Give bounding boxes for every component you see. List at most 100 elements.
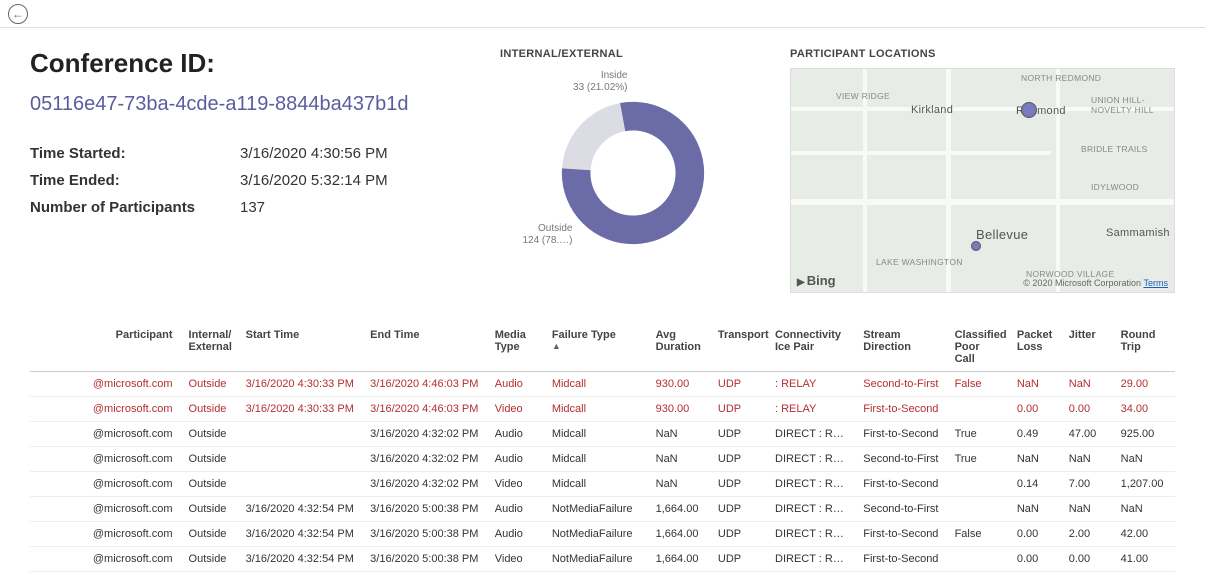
cell-trans: UDP [710, 397, 767, 422]
col-packet-loss[interactable]: Packet Loss [1009, 323, 1061, 372]
cell-participant: @microsoft.com [30, 547, 181, 572]
cell-fail: Midcall [544, 397, 648, 422]
col-transport[interactable]: Transport [710, 323, 767, 372]
cell-conn: : RELAY [767, 372, 855, 397]
cell-end: 3/16/2020 4:32:02 PM [362, 447, 487, 472]
cell-jit: 7.00 [1061, 472, 1113, 497]
cell-stream: First-to-Second [855, 547, 946, 572]
cell-trans: UDP [710, 547, 767, 572]
col-avg-duration[interactable]: Avg Duration [648, 323, 710, 372]
cell-stream: Second-to-First [855, 497, 946, 522]
cell-start [238, 422, 363, 447]
cell-trans: UDP [710, 472, 767, 497]
col-jitter[interactable]: Jitter [1061, 323, 1113, 372]
cell-start: 3/16/2020 4:32:54 PM [238, 547, 363, 572]
table-row[interactable]: @microsoft.comOutside3/16/2020 4:32:54 P… [30, 497, 1175, 522]
time-started-label: Time Started: [30, 145, 240, 162]
cell-intext: Outside [181, 372, 238, 397]
cell-participant: @microsoft.com [30, 472, 181, 497]
cell-end: 3/16/2020 5:00:38 PM [362, 547, 487, 572]
conference-id-label: Conference ID: [30, 48, 460, 79]
cell-classified [947, 397, 1009, 422]
cell-classified [947, 497, 1009, 522]
cell-intext: Outside [181, 497, 238, 522]
cell-stream: Second-to-First [855, 372, 946, 397]
cell-conn: DIRECT : RELAY [767, 472, 855, 497]
cell-jit: NaN [1061, 497, 1113, 522]
cell-pkt: 0.00 [1009, 522, 1061, 547]
col-stream-direction[interactable]: Stream Direction [855, 323, 946, 372]
participant-locations: PARTICIPANT LOCATIONS VIEW RIDGE NORTH R… [790, 48, 1175, 293]
participants-value: 137 [240, 199, 265, 216]
cell-avg: 1,664.00 [648, 547, 710, 572]
cell-conn: DIRECT : RELAY [767, 447, 855, 472]
cell-stream: Second-to-First [855, 447, 946, 472]
col-connectivity[interactable]: Connectivity Ice Pair [767, 323, 855, 372]
back-button[interactable]: ← [8, 4, 28, 24]
cell-rt: 29.00 [1113, 372, 1175, 397]
cell-intext: Outside [181, 472, 238, 497]
col-media-type[interactable]: Media Type [487, 323, 544, 372]
participants-table: Participant Internal/ External Start Tim… [30, 323, 1175, 572]
cell-conn: DIRECT : RELAY [767, 497, 855, 522]
table-row[interactable]: @microsoft.comOutside3/16/2020 4:30:33 P… [30, 372, 1175, 397]
map-marker-icon[interactable] [1021, 102, 1037, 118]
cell-classified: True [947, 422, 1009, 447]
cell-intext: Outside [181, 522, 238, 547]
cell-avg: NaN [648, 422, 710, 447]
table-row[interactable]: @microsoft.comOutside3/16/2020 4:32:54 P… [30, 547, 1175, 572]
table-row[interactable]: @microsoft.comOutside3/16/2020 4:32:02 P… [30, 422, 1175, 447]
cell-intext: Outside [181, 422, 238, 447]
cell-classified: False [947, 372, 1009, 397]
cell-rt: 34.00 [1113, 397, 1175, 422]
cell-pkt: 0.14 [1009, 472, 1061, 497]
cell-trans: UDP [710, 497, 767, 522]
table-row[interactable]: @microsoft.comOutside3/16/2020 4:30:33 P… [30, 397, 1175, 422]
col-participant[interactable]: Participant [30, 323, 181, 372]
map-canvas[interactable]: VIEW RIDGE NORTH REDMOND UNION HILL-NOVE… [790, 68, 1175, 293]
cell-stream: First-to-Second [855, 472, 946, 497]
cell-pkt: 0.00 [1009, 397, 1061, 422]
col-start-time[interactable]: Start Time [238, 323, 363, 372]
time-ended-label: Time Ended: [30, 172, 240, 189]
cell-rt: 925.00 [1113, 422, 1175, 447]
time-started-value: 3/16/2020 4:30:56 PM [240, 145, 388, 162]
cell-start: 3/16/2020 4:30:33 PM [238, 397, 363, 422]
cell-end: 3/16/2020 4:46:03 PM [362, 397, 487, 422]
cell-conn: : RELAY [767, 397, 855, 422]
cell-trans: UDP [710, 447, 767, 472]
cell-pkt: NaN [1009, 447, 1061, 472]
cell-classified: True [947, 447, 1009, 472]
chart-title: INTERNAL/EXTERNAL [500, 48, 750, 60]
map-marker-icon[interactable] [971, 241, 981, 251]
col-round-trip[interactable]: Round Trip [1113, 323, 1175, 372]
donut-icon[interactable] [558, 98, 708, 248]
cell-end: 3/16/2020 5:00:38 PM [362, 522, 487, 547]
conference-id-value: 05116e47-73ba-4cde-a119-8844ba437b1d [30, 93, 460, 116]
col-internal-external[interactable]: Internal/ External [181, 323, 238, 372]
cell-media: Audio [487, 422, 544, 447]
col-classified[interactable]: Classified Poor Call [947, 323, 1009, 372]
donut-inside-label: Inside 33 (21.02%) [568, 70, 628, 94]
cell-classified: False [947, 522, 1009, 547]
cell-classified [947, 547, 1009, 572]
terms-link[interactable]: Terms [1144, 278, 1169, 288]
cell-jit: 0.00 [1061, 547, 1113, 572]
cell-participant: @microsoft.com [30, 397, 181, 422]
cell-rt: 1,207.00 [1113, 472, 1175, 497]
table-row[interactable]: @microsoft.comOutside3/16/2020 4:32:54 P… [30, 522, 1175, 547]
table-row[interactable]: @microsoft.comOutside3/16/2020 4:32:02 P… [30, 447, 1175, 472]
col-failure-type[interactable]: Failure Type ▲ [544, 323, 648, 372]
cell-stream: First-to-Second [855, 397, 946, 422]
internal-external-chart: INTERNAL/EXTERNAL Inside 33 (21.02%) Out… [500, 48, 750, 293]
cell-participant: @microsoft.com [30, 522, 181, 547]
col-end-time[interactable]: End Time [362, 323, 487, 372]
cell-end: 3/16/2020 5:00:38 PM [362, 497, 487, 522]
cell-intext: Outside [181, 547, 238, 572]
cell-start: 3/16/2020 4:32:54 PM [238, 497, 363, 522]
cell-jit: 47.00 [1061, 422, 1113, 447]
cell-intext: Outside [181, 447, 238, 472]
table-row[interactable]: @microsoft.comOutside3/16/2020 4:32:02 P… [30, 472, 1175, 497]
map-copyright: © 2020 Microsoft Corporation Terms [1023, 278, 1168, 288]
cell-fail: Midcall [544, 472, 648, 497]
